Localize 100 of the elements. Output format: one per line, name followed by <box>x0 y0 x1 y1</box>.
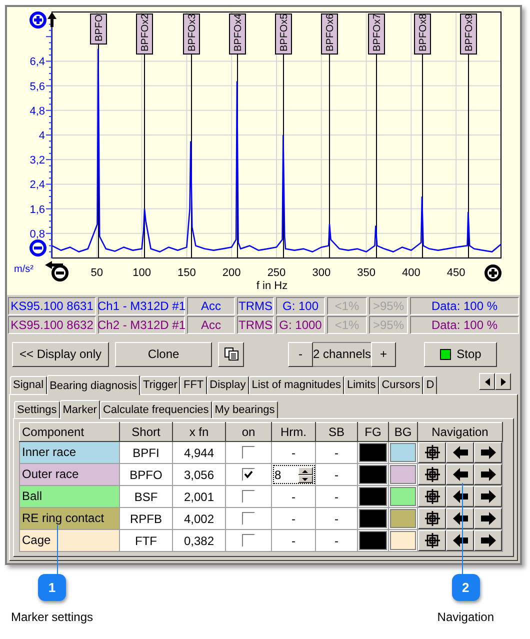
bg-swatch[interactable] <box>390 487 416 506</box>
component-cell: Inner race <box>20 442 120 464</box>
copy-button[interactable] <box>218 342 244 366</box>
fg-swatch[interactable] <box>359 509 387 528</box>
plus-button[interactable]: + <box>371 342 396 366</box>
tab[interactable]: Settings <box>14 401 60 418</box>
next-button[interactable] <box>474 442 502 463</box>
tick-label: 250 <box>267 267 286 279</box>
tick-label: 400 <box>402 267 420 279</box>
zoom-in-icon[interactable] <box>30 12 46 28</box>
annotation: BPFOx5 <box>279 13 290 52</box>
tab[interactable]: Cursors <box>378 376 424 394</box>
previous-button[interactable] <box>446 486 474 507</box>
bg-swatch[interactable] <box>390 531 416 550</box>
tab[interactable]: Limits <box>344 376 379 394</box>
status-cell: KS95.100 8631 <box>8 297 96 315</box>
annotation: BPFOx4 <box>233 13 244 52</box>
up-arrow-icon <box>48 12 56 27</box>
tab[interactable]: Display <box>206 376 249 394</box>
zoom-out-icon[interactable] <box>30 240 46 256</box>
clone-button[interactable]: Clone <box>115 342 212 366</box>
previous-button[interactable] <box>446 442 474 463</box>
tab[interactable]: Marker <box>60 400 100 419</box>
table-cell: 2,001 <box>172 486 226 508</box>
tick-label: 2,4 <box>30 179 45 192</box>
table-cell: 4,002 <box>172 508 226 530</box>
table-cell: - <box>316 508 358 530</box>
status-cell: Data: 100 % <box>410 316 519 334</box>
spin-button[interactable] <box>298 466 312 474</box>
tick-label: 4 <box>38 130 45 142</box>
next-button[interactable] <box>474 486 502 507</box>
copy-icon <box>224 347 238 361</box>
tab[interactable]: Trigger <box>140 376 180 394</box>
tick-label: 450 <box>446 267 466 279</box>
table-cell: - <box>292 490 296 504</box>
callout-badge: 1 <box>38 574 66 601</box>
component-cell: Ball <box>20 486 120 508</box>
zoom-out-icon[interactable] <box>52 264 68 282</box>
tick-label: 100 <box>132 267 151 279</box>
left-arrow-icon <box>452 445 468 460</box>
tab[interactable]: Calculate frequencies <box>100 401 212 418</box>
led-icon <box>440 348 451 360</box>
column-header[interactable]: Navigation <box>418 422 502 442</box>
column-header[interactable]: FG <box>358 422 388 442</box>
table-cell: 0,382 <box>172 530 226 552</box>
status-cell: Ch2 - M312D #1 <box>98 316 185 334</box>
spinner-field[interactable]: 8 <box>272 465 314 484</box>
table-cell: - <box>316 486 358 508</box>
minus-button[interactable]: - <box>288 342 313 366</box>
status-cell: G: 1000 <box>276 316 325 334</box>
previous-button[interactable] <box>446 508 474 529</box>
bg-swatch[interactable] <box>390 443 416 462</box>
annotation: BPFOx3 <box>187 13 198 52</box>
next-button[interactable] <box>474 530 502 551</box>
component-cell: RE ring contact <box>20 508 120 530</box>
fg-swatch[interactable] <box>359 531 387 550</box>
previous-button[interactable] <box>446 464 474 485</box>
target-button[interactable] <box>418 486 446 507</box>
table-cell: BPFO <box>120 464 172 486</box>
column-header[interactable]: SB <box>316 422 358 442</box>
column-header[interactable]: on <box>226 422 272 442</box>
target-button[interactable] <box>418 464 446 485</box>
tab[interactable]: List of magnitudes <box>248 376 344 394</box>
bg-swatch[interactable] <box>390 465 416 484</box>
tab[interactable]: FFT <box>180 376 207 394</box>
annotation: BPFOx2 <box>140 13 151 52</box>
display-only-button[interactable]: << Display only <box>12 342 109 366</box>
target-button[interactable] <box>418 530 446 551</box>
scroll-button[interactable] <box>495 373 511 390</box>
table-cell: RPFB <box>120 508 172 530</box>
status-cell: G: 100 <box>276 297 325 315</box>
column-header[interactable]: x fn <box>172 422 226 442</box>
tab[interactable]: Bearing diagnosis <box>46 375 140 395</box>
column-header[interactable]: BG <box>388 422 418 442</box>
target-button[interactable] <box>418 442 446 463</box>
bg-swatch[interactable] <box>390 509 416 528</box>
table-cell: - <box>316 464 358 486</box>
stop-button[interactable]: Stop <box>424 342 497 366</box>
tick-label: 0,8 <box>30 228 45 240</box>
tab[interactable]: Signal <box>10 376 47 394</box>
fg-swatch[interactable] <box>359 487 387 506</box>
marker-label: BPFOx7 <box>368 14 385 55</box>
column-header[interactable]: Component <box>20 422 120 442</box>
fg-swatch[interactable] <box>359 465 387 484</box>
previous-button[interactable] <box>446 530 474 551</box>
marker-label: BPFOx8 <box>414 14 431 55</box>
scroll-button[interactable] <box>479 373 495 390</box>
status-cell: Data: 100 % <box>410 297 519 315</box>
target-button[interactable] <box>418 508 446 529</box>
next-button[interactable] <box>474 508 502 529</box>
column-header[interactable]: Hrm. <box>272 422 316 442</box>
tab[interactable]: D <box>423 376 438 394</box>
marker-label: BPFOx9 <box>460 14 477 55</box>
left-arrow-icon <box>452 489 468 504</box>
crosshair-icon <box>424 533 440 548</box>
zoom-in-icon[interactable] <box>484 264 502 282</box>
tab[interactable]: My bearings <box>212 401 278 418</box>
next-button[interactable] <box>474 464 502 485</box>
column-header[interactable]: Short <box>120 422 172 442</box>
fg-swatch[interactable] <box>359 443 387 462</box>
